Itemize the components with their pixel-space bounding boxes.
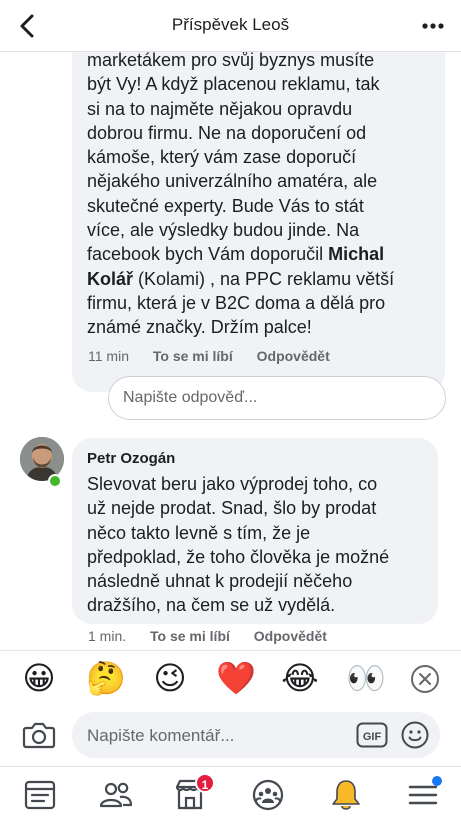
mention-tag[interactable]: Kolář: [87, 269, 133, 289]
reply-input-placeholder: Napište odpověď...: [123, 389, 258, 406]
friends-icon[interactable]: [98, 777, 134, 813]
comment-timestamp: 1 min.: [88, 628, 127, 644]
comment-line: dobrou firmu. Ne na doporučení od: [87, 122, 367, 143]
more-options-icon[interactable]: [419, 14, 447, 38]
comment-text: Slevovat beru jako výprodej toho, co už …: [87, 472, 422, 618]
comment-line: kámoše, který vám zase doporučí: [87, 147, 357, 168]
comment-line: více, ale výsledky budou jinde. Na: [87, 220, 360, 241]
comment-text-segment: (Kolami) , na PPC reklamu větší: [133, 268, 395, 289]
winking-face-emoji[interactable]: 😉: [151, 659, 189, 697]
comment-line: dražšího, na čem se už vydělá.: [87, 595, 336, 616]
notifications-bell-icon[interactable]: [328, 777, 364, 813]
comment-composer: Napište komentář... GIF: [0, 706, 461, 766]
groups-icon[interactable]: [250, 777, 286, 813]
comment-line: Slevovat beru jako výprodej toho, co: [87, 474, 378, 494]
like-button[interactable]: To se mi líbí: [150, 628, 230, 644]
comment-meta: 11 min To se mi líbí Odpovědět: [88, 348, 330, 364]
comment-line: Kolář (Kolami) , na PPC reklamu větší: [87, 267, 429, 291]
comment-line: skutečné experty. Bude Vás to stát: [87, 195, 364, 216]
top-bar: Příspěvek Leoš: [0, 0, 461, 52]
comment-bubble: Petr Ozogán Slevovat beru jako výprodej …: [72, 438, 438, 624]
comment-meta: 1 min. To se mi líbí Odpovědět: [88, 628, 327, 644]
reply-button[interactable]: Odpovědět: [257, 348, 330, 364]
comment-line: něco takto levně s tím, že je: [87, 522, 311, 543]
comment-line: firmu, která je v B2C doma a dělá pro: [87, 292, 386, 313]
bottom-tab-bar: 1: [0, 766, 461, 821]
tears-of-joy-emoji[interactable]: 😂: [281, 659, 319, 697]
camera-icon[interactable]: [22, 720, 56, 750]
comment-line: nějakého univerzálního amatéra, ale: [87, 171, 378, 192]
reply-button[interactable]: Odpovědět: [254, 628, 327, 644]
eyes-emoji[interactable]: 👀: [346, 659, 386, 697]
menu-notification-dot: [432, 776, 442, 786]
comments-feed[interactable]: marketákem pro svůj byznys musíte být Vy…: [0, 52, 461, 650]
comment-line: facebook bych Vám doporučil Michal: [87, 242, 429, 266]
comment-input-placeholder: Napište komentář...: [87, 726, 235, 745]
comment-bubble: marketákem pro svůj byznys musíte být Vy…: [72, 52, 445, 392]
news-feed-icon[interactable]: [22, 777, 58, 813]
comment-author[interactable]: Petr Ozogán: [87, 450, 422, 467]
notification-badge: 1: [195, 773, 215, 793]
close-emoji-bar-icon[interactable]: [410, 664, 440, 694]
comment-line: už nejde prodat. Snad, šlo by prodat: [87, 498, 377, 519]
mention-tag[interactable]: Michal: [328, 244, 384, 264]
comment-line: si na to najměte nějakou opravdu: [87, 98, 353, 119]
comment-line: marketákem pro svůj byznys musíte: [87, 52, 375, 70]
comment-line: být Vy! A když placenou reklamu, tak: [87, 74, 380, 95]
comment-timestamp: 11 min: [88, 348, 129, 364]
comment-line: předpoklad, že toho člověka je možné: [87, 546, 390, 567]
comment-text: marketákem pro svůj byznys musíte být Vy…: [87, 52, 429, 340]
page-title: Příspěvek Leoš: [171, 15, 290, 34]
comment-text-segment: facebook bych Vám doporučil: [87, 244, 329, 265]
comment-input[interactable]: Napište komentář... GIF: [72, 712, 440, 758]
gif-label: GIF: [363, 731, 382, 743]
grinning-face-emoji[interactable]: 😀: [20, 659, 58, 697]
red-heart-emoji[interactable]: ❤️: [216, 659, 256, 697]
comment-line: známé značky. Držím palce!: [87, 317, 312, 338]
like-button[interactable]: To se mi líbí: [153, 348, 233, 364]
emoji-quick-bar: 😀 🤔 😉 ❤️ 😂 👀: [0, 650, 461, 706]
comment-line: následně uhnat k prodejií něčeho: [87, 571, 353, 592]
thinking-face-emoji[interactable]: 🤔: [86, 659, 126, 697]
gif-icon[interactable]: GIF: [356, 722, 388, 748]
emoji-picker-icon[interactable]: [400, 720, 430, 750]
online-status-indicator: [48, 474, 62, 488]
reply-input[interactable]: Napište odpověď...: [108, 376, 446, 420]
